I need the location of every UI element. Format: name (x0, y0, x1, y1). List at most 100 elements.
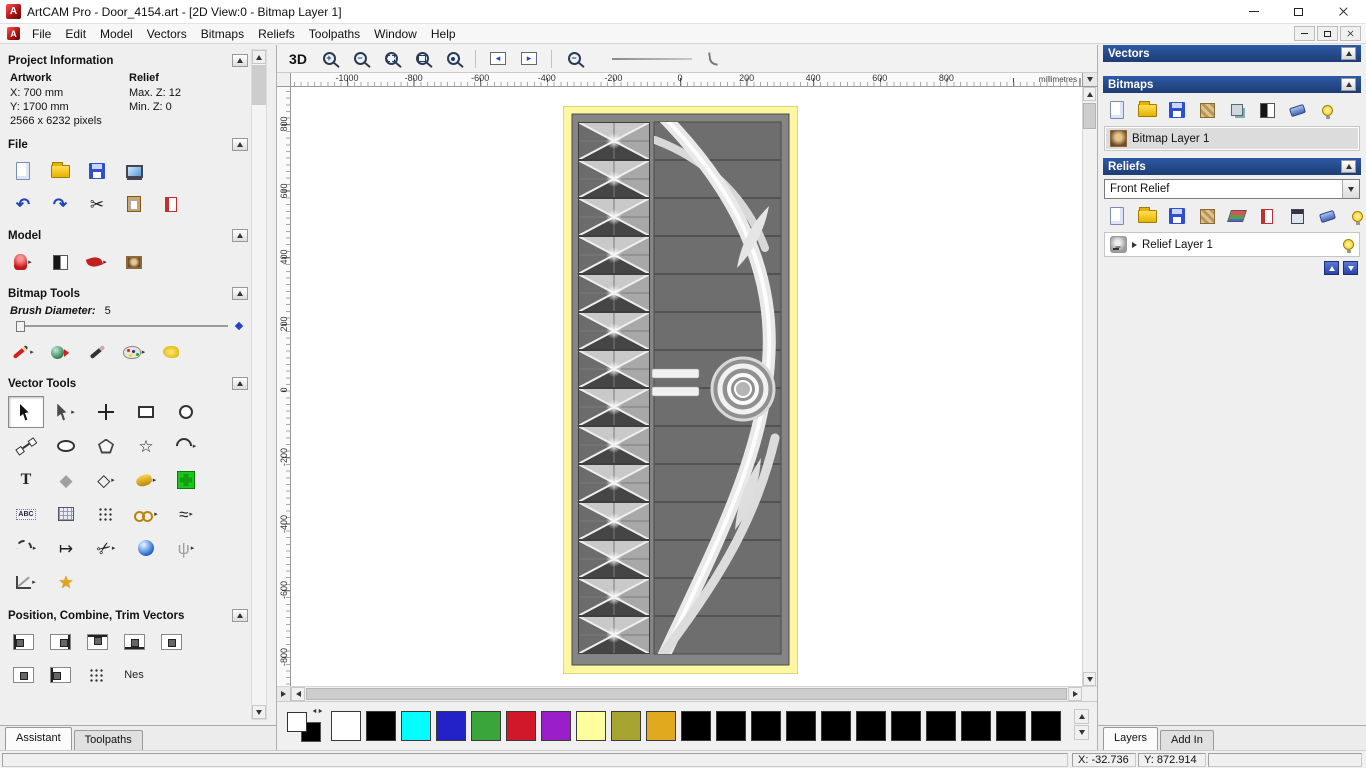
flyout-arrow-icon[interactable]: ▸ (189, 510, 193, 518)
bitmap-layer-row[interactable]: Bitmap Layer 1 (1106, 128, 1358, 149)
zoom-objects-button[interactable] (442, 48, 464, 70)
colour-palette-button[interactable]: ▸ (119, 337, 149, 367)
palette-swatch-11[interactable] (716, 711, 746, 741)
paste-button[interactable] (119, 189, 149, 219)
palette-swatch-15[interactable] (856, 711, 886, 741)
offset-vector-tool[interactable]: ◇ ▸ (88, 464, 124, 496)
create-ellipse-tool[interactable] (48, 430, 84, 462)
flyout-arrow-icon[interactable]: ▸ (154, 510, 158, 518)
paste-along-curve-button[interactable] (45, 660, 75, 690)
create-circle-tool[interactable] (168, 396, 204, 428)
close-button[interactable] (1321, 0, 1366, 23)
relief-stack-button[interactable] (1225, 204, 1249, 228)
export-model-button[interactable] (119, 156, 149, 186)
text-on-curve-tool[interactable]: ABC (8, 498, 44, 530)
drawing-canvas[interactable] (291, 87, 1097, 686)
palette-swatch-5[interactable] (506, 711, 536, 741)
collapse-reliefs-button[interactable] (1341, 160, 1356, 173)
save-relief-layer-button[interactable] (1165, 204, 1189, 228)
palette-scrollbar[interactable] (1074, 709, 1089, 741)
pan-flyout-button[interactable] (277, 687, 291, 701)
relief-calculate-button[interactable] (1285, 204, 1309, 228)
chevron-down-icon[interactable] (1342, 180, 1359, 198)
save-model-button[interactable] (82, 156, 112, 186)
palette-swatch-18[interactable] (961, 711, 991, 741)
primary-secondary-colour-indicator[interactable] (285, 708, 325, 744)
tab-layers[interactable]: Layers (1103, 727, 1159, 750)
align-bottom-button[interactable] (119, 627, 149, 657)
flyout-arrow-icon[interactable]: ▸ (142, 348, 146, 356)
open-relief-layer-button[interactable] (1135, 204, 1159, 228)
palette-swatch-6[interactable] (541, 711, 571, 741)
create-star-tool[interactable]: ☆ (128, 430, 164, 462)
collapse-file-button[interactable] (232, 138, 248, 151)
canvas-vertical-scrollbar[interactable] (1082, 87, 1097, 686)
flyout-arrow-icon[interactable]: ▸ (193, 442, 197, 450)
palette-swatch-1[interactable] (366, 711, 396, 741)
palette-swatch-12[interactable] (751, 711, 781, 741)
nest-vectors-label[interactable]: Nes (119, 660, 149, 690)
relief-note-button[interactable] (1255, 204, 1279, 228)
undo-button[interactable]: ↶ (8, 189, 38, 219)
scroll-down-button[interactable] (252, 705, 266, 719)
notes-button[interactable] (156, 189, 186, 219)
paint-tool-button[interactable]: ▸ (8, 337, 38, 367)
scrollbar-thumb[interactable] (1083, 103, 1096, 129)
vector-doctor-tool[interactable]: ψ ▸ (168, 532, 204, 564)
model-lighting-button[interactable]: ▸ (8, 247, 38, 277)
flyout-arrow-icon[interactable]: ▸ (191, 544, 195, 552)
cut-button[interactable]: ✂ (82, 189, 112, 219)
palette-swatch-8[interactable] (611, 711, 641, 741)
join-vectors-tool[interactable]: ↦ (48, 532, 84, 564)
minimize-button[interactable] (1231, 0, 1276, 23)
palette-swatch-9[interactable] (646, 711, 676, 741)
flood-fill-button[interactable]: ▸ (45, 337, 75, 367)
menu-toolpaths[interactable]: Toolpaths (302, 25, 367, 43)
slider-thumb[interactable] (16, 321, 25, 332)
fit-curve-tool[interactable]: ≈ ▸ (168, 498, 204, 530)
maximize-button[interactable] (1276, 0, 1321, 23)
palette-swatch-16[interactable] (891, 711, 921, 741)
palette-swatch-2[interactable] (401, 711, 431, 741)
distort-vector-tool[interactable]: ◆ (48, 464, 84, 496)
measure-tool[interactable]: ▸ (8, 566, 44, 598)
palette-swatch-14[interactable] (821, 711, 851, 741)
ruler-options-button[interactable] (1082, 73, 1097, 86)
collapse-vector-tools-button[interactable] (232, 377, 248, 390)
block-paste-tool[interactable] (168, 464, 204, 496)
palette-swatch-17[interactable] (926, 711, 956, 741)
palette-swatch-7[interactable] (576, 711, 606, 741)
mdi-minimize-button[interactable] (1294, 26, 1315, 41)
tab-assistant[interactable]: Assistant (5, 727, 72, 750)
collapse-project-information-button[interactable] (232, 54, 248, 67)
menu-reliefs[interactable]: Reliefs (251, 25, 302, 43)
flyout-arrow-icon[interactable]: ▸ (111, 476, 115, 484)
palette-swatch-10[interactable] (681, 711, 711, 741)
scroll-up-button[interactable] (252, 50, 266, 64)
zoom-fit-button[interactable] (411, 48, 433, 70)
menu-bitmaps[interactable]: Bitmaps (194, 25, 251, 43)
collapse-model-button[interactable] (232, 229, 248, 242)
move-layer-up-button[interactable] (1324, 261, 1339, 275)
merge-bitmap-layers-button[interactable] (1255, 98, 1279, 122)
create-polygon-tool[interactable] (88, 430, 124, 462)
move-layer-down-button[interactable] (1343, 261, 1358, 275)
create-polyline-tool[interactable] (8, 430, 44, 462)
expand-arrow-icon[interactable] (1132, 241, 1137, 248)
new-relief-layer-button[interactable] (1105, 204, 1129, 228)
collapse-position-button[interactable] (232, 609, 248, 622)
scroll-up-button[interactable] (1083, 87, 1096, 101)
block-nudge-button[interactable] (82, 660, 112, 690)
tab-toolpaths[interactable]: Toolpaths (73, 730, 143, 750)
palette-swatch-3[interactable] (436, 711, 466, 741)
trim-vectors-tool[interactable]: ✂ ▸ (88, 532, 124, 564)
align-right-button[interactable] (45, 627, 75, 657)
select-vectors-tool[interactable] (8, 396, 44, 428)
toggle-3d-view-button[interactable]: 3D (287, 48, 309, 70)
align-left-button[interactable] (8, 627, 38, 657)
toggle-relief-visibility-button[interactable] (1345, 204, 1366, 228)
zoom-in-button[interactable] (318, 48, 340, 70)
draw-tool-button[interactable] (82, 337, 112, 367)
delete-bitmap-layer-button[interactable] (1285, 98, 1309, 122)
pan-right-button[interactable]: ▸ (518, 48, 540, 70)
